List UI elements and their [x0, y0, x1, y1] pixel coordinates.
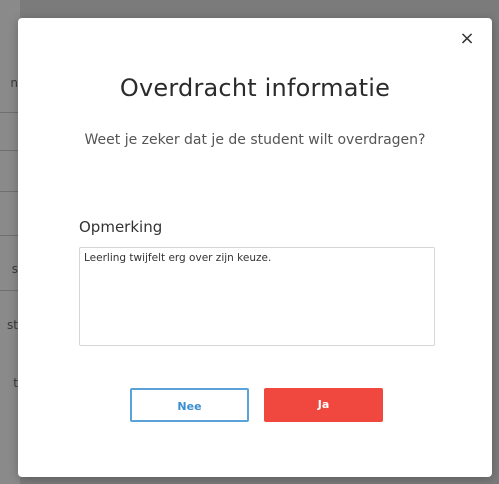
- close-button[interactable]: ×: [458, 30, 476, 48]
- background-divider: [0, 290, 20, 291]
- dialog-title: Overdracht informatie: [119, 74, 391, 102]
- remark-field-wrapper: Leerling twijfelt erg over zijn keuze.: [79, 247, 435, 346]
- remark-textarea[interactable]: Leerling twijfelt erg over zijn keuze.: [80, 248, 434, 345]
- background-page: [0, 0, 20, 484]
- background-divider: [0, 150, 20, 151]
- dialog-message: Weet je zeker dat je de student wilt ove…: [84, 132, 426, 148]
- background-text: n: [10, 76, 18, 90]
- background-text: t: [13, 376, 18, 390]
- background-divider: [0, 191, 20, 192]
- close-icon: ×: [459, 28, 475, 49]
- background-divider: [0, 112, 20, 113]
- background-text: s: [11, 262, 18, 276]
- remark-label: Opmerking: [79, 218, 163, 236]
- page: n s st t × Overdracht informatie Weet je…: [0, 0, 499, 484]
- transfer-dialog: × Overdracht informatie Weet je zeker da…: [18, 18, 492, 477]
- background-divider: [0, 235, 20, 236]
- background-text: st: [7, 318, 18, 332]
- confirm-button[interactable]: Ja: [264, 388, 383, 422]
- cancel-button[interactable]: Nee: [130, 388, 249, 422]
